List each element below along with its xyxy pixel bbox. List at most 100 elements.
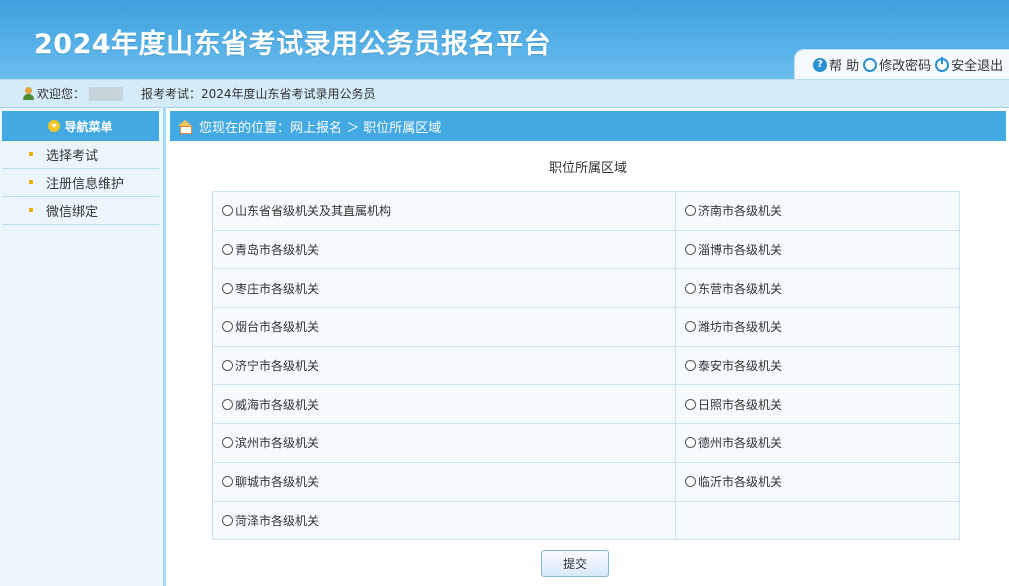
region-option[interactable]: 日照市各级机关 <box>685 396 782 413</box>
region-cell: 烟台市各级机关 <box>212 307 676 347</box>
content-area: 职位所属区域 山东省省级机关及其直属机构 济南市各级机关青岛市各级机关 淄博市各级机… <box>170 141 1006 586</box>
current-exam: 报考考试：2024年度山东省考试录用公务员 <box>141 87 376 101</box>
sidebar-item-label: 微信绑定 <box>46 205 99 220</box>
region-cell <box>675 500 960 541</box>
region-option[interactable]: 青岛市各级机关 <box>222 241 319 258</box>
region-option[interactable]: 德州市各级机关 <box>685 434 782 451</box>
region-option[interactable]: 聊城市各级机关 <box>222 473 319 490</box>
table-row: 烟台市各级机关 潍坊市各级机关 <box>212 307 960 347</box>
region-label: 济南市各级机关 <box>698 204 783 219</box>
region-label: 潍坊市各级机关 <box>698 320 783 335</box>
region-radio[interactable] <box>222 514 233 526</box>
region-option[interactable]: 济宁市各级机关 <box>222 357 319 374</box>
header: 2024年度山东省考试录用公务员报名平台 ? 帮 助 修改密码 安全退出 <box>0 0 1009 79</box>
region-label: 济宁市各级机关 <box>235 359 320 374</box>
region-option[interactable]: 潍坊市各级机关 <box>685 318 782 335</box>
welcome-label: 欢迎您： <box>37 87 86 101</box>
region-radio[interactable] <box>222 437 233 449</box>
region-radio[interactable] <box>685 398 696 410</box>
region-option[interactable]: 东营市各级机关 <box>685 280 782 297</box>
sidebar-item-select-exam[interactable]: 选择考试 <box>2 141 159 169</box>
region-cell: 济宁市各级机关 <box>212 345 676 386</box>
table-row: 菏泽市各级机关 <box>212 500 960 541</box>
region-cell: 菏泽市各级机关 <box>212 500 676 541</box>
region-option[interactable]: 济南市各级机关 <box>685 202 782 219</box>
sidebar-item-wechat-binding[interactable]: 微信绑定 <box>2 197 159 225</box>
region-option[interactable]: 泰安市各级机关 <box>685 357 782 374</box>
region-cell: 潍坊市各级机关 <box>675 307 960 347</box>
submit-button[interactable]: 提交 <box>541 550 609 577</box>
region-radio[interactable] <box>222 205 233 217</box>
region-radio[interactable] <box>685 360 696 372</box>
region-radio[interactable] <box>685 205 696 217</box>
main-panel: 您现在的位置：网上报名 ＞ 职位所属区域 职位所属区域 山东省省级机关及其直属机… <box>170 108 1006 586</box>
region-radio[interactable] <box>222 321 233 333</box>
change-password-button[interactable]: 修改密码 <box>863 55 931 74</box>
help-button[interactable]: ? 帮 助 <box>813 55 859 74</box>
region-option[interactable]: 威海市各级机关 <box>222 396 319 413</box>
change-password-label: 修改密码 <box>879 59 932 74</box>
power-icon <box>935 56 950 72</box>
region-radio[interactable] <box>222 244 233 256</box>
region-label: 泰安市各级机关 <box>698 359 783 374</box>
region-option[interactable]: 淄博市各级机关 <box>685 241 782 258</box>
region-cell: 泰安市各级机关 <box>675 345 960 386</box>
home-icon <box>178 120 193 134</box>
region-label: 滨州市各级机关 <box>235 436 320 451</box>
table-row: 山东省省级机关及其直属机构 济南市各级机关 <box>212 191 960 231</box>
region-label: 威海市各级机关 <box>235 397 320 412</box>
region-label: 临沂市各级机关 <box>698 475 783 490</box>
region-radio[interactable] <box>685 476 696 488</box>
region-cell: 聊城市各级机关 <box>212 461 676 502</box>
sidebar-item-registration-info[interactable]: 注册信息维护 <box>2 169 159 197</box>
region-label: 青岛市各级机关 <box>235 243 320 258</box>
breadcrumb: 您现在的位置：网上报名 ＞ 职位所属区域 <box>170 111 1006 141</box>
region-option[interactable]: 山东省省级机关及其直属机构 <box>222 202 391 219</box>
logout-label: 安全退出 <box>951 59 1004 74</box>
top-toolbar: ? 帮 助 修改密码 安全退出 <box>794 49 1009 79</box>
region-label: 山东省省级机关及其直属机构 <box>235 204 392 219</box>
chevron-down-icon <box>48 120 61 132</box>
region-radio[interactable] <box>685 321 696 333</box>
region-cell: 枣庄市各级机关 <box>212 268 676 309</box>
nav-menu-title: 导航菜单 <box>64 119 113 134</box>
logout-button[interactable]: 安全退出 <box>935 55 1003 74</box>
region-cell: 日照市各级机关 <box>675 384 960 425</box>
region-radio[interactable] <box>222 360 233 372</box>
region-radio[interactable] <box>685 244 696 256</box>
region-radio[interactable] <box>685 282 696 294</box>
region-label: 淄博市各级机关 <box>698 243 783 258</box>
sidebar: 导航菜单 选择考试 注册信息维护 微信绑定 <box>0 108 166 586</box>
region-radio[interactable] <box>222 398 233 410</box>
region-radio[interactable] <box>222 476 233 488</box>
help-label: 帮 助 <box>829 59 860 74</box>
region-radio[interactable] <box>222 282 233 294</box>
region-label: 东营市各级机关 <box>698 281 783 296</box>
region-cell: 临沂市各级机关 <box>675 461 960 502</box>
help-icon: ? <box>813 57 827 72</box>
region-option[interactable]: 菏泽市各级机关 <box>222 512 319 529</box>
region-cell: 山东省省级机关及其直属机构 <box>212 191 676 231</box>
region-label: 烟台市各级机关 <box>235 320 320 335</box>
region-option[interactable]: 滨州市各级机关 <box>222 434 319 451</box>
table-row: 青岛市各级机关 淄博市各级机关 <box>212 229 960 270</box>
region-cell: 济南市各级机关 <box>675 191 960 231</box>
region-cell: 东营市各级机关 <box>675 268 960 309</box>
section-title: 职位所属区域 <box>548 161 627 176</box>
region-option[interactable]: 临沂市各级机关 <box>685 473 782 490</box>
breadcrumb-text: 您现在的位置：网上报名 ＞ 职位所属区域 <box>199 120 442 136</box>
region-label: 聊城市各级机关 <box>235 475 320 490</box>
username-redacted <box>89 86 124 101</box>
region-label: 德州市各级机关 <box>698 436 783 451</box>
region-option[interactable]: 烟台市各级机关 <box>222 318 319 335</box>
region-cell: 德州市各级机关 <box>675 423 960 463</box>
table-row: 济宁市各级机关 泰安市各级机关 <box>212 345 960 386</box>
region-cell: 滨州市各级机关 <box>212 423 676 463</box>
table-row: 聊城市各级机关 临沂市各级机关 <box>212 461 960 502</box>
region-cell: 威海市各级机关 <box>212 384 676 425</box>
lock-icon <box>863 57 878 72</box>
table-row: 枣庄市各级机关 东营市各级机关 <box>212 268 960 309</box>
region-option[interactable]: 枣庄市各级机关 <box>222 280 319 297</box>
region-table: 山东省省级机关及其直属机构 济南市各级机关青岛市各级机关 淄博市各级机关枣庄市各级机… <box>212 191 960 541</box>
region-radio[interactable] <box>685 437 696 449</box>
